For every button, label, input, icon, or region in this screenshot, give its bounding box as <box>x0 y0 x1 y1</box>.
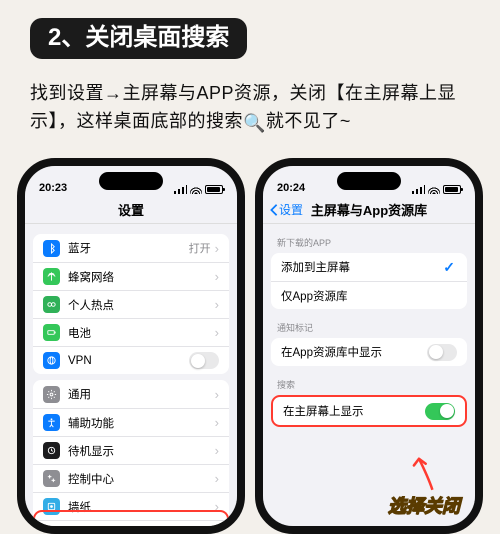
row-accessibility[interactable]: 辅助功能 › <box>33 408 229 436</box>
status-time: 20:24 <box>277 182 305 194</box>
row-add-to-home[interactable]: 添加到主屏幕 ✓ <box>271 253 467 281</box>
group-header: 搜索 <box>263 372 475 393</box>
row-standby[interactable]: 待机显示 › <box>33 436 229 464</box>
group-header: 通知标记 <box>263 315 475 336</box>
gear-icon <box>43 386 60 403</box>
wifi-icon <box>428 185 440 194</box>
back-label: 设置 <box>279 201 303 218</box>
dynamic-island <box>99 172 163 190</box>
phone-mock-right: 20:24 设置 主屏幕与App资源库 新下载的APP 添加到主屏 <box>255 158 483 534</box>
row-bluetooth[interactable]: 蓝牙 打开 › <box>33 234 229 262</box>
chevron-right-icon: › <box>215 242 219 255</box>
row-label: 在主屏幕上显示 <box>283 403 425 419</box>
dynamic-island <box>337 172 401 190</box>
row-app-library-only[interactable]: 仅App资源库 <box>271 281 467 309</box>
settings-group-connectivity: 蓝牙 打开 › 蜂窝网络 › 个人热点 › <box>33 234 229 374</box>
accessibility-icon <box>43 414 60 431</box>
row-value: 打开 <box>189 240 211 256</box>
battery-icon <box>205 185 223 194</box>
navbar: 设置 主屏幕与App资源库 <box>263 196 475 224</box>
chevron-right-icon: › <box>215 472 219 485</box>
group-badges: 在App资源库中显示 <box>271 338 467 366</box>
desc-post: 就不见了~ <box>266 111 351 131</box>
chevron-right-icon: › <box>215 326 219 339</box>
back-button[interactable]: 设置 <box>269 196 303 223</box>
standby-icon <box>43 442 60 459</box>
row-label: VPN <box>68 355 189 367</box>
row-label: 通用 <box>68 386 215 402</box>
chevron-right-icon: › <box>215 444 219 457</box>
step-title-badge: 2、关闭桌面搜索 <box>30 18 247 59</box>
hotspot-icon <box>43 296 60 313</box>
status-time: 20:23 <box>39 182 67 194</box>
vpn-toggle[interactable] <box>189 352 219 369</box>
row-hotspot[interactable]: 个人热点 › <box>33 290 229 318</box>
row-label: 个人热点 <box>68 297 215 313</box>
row-battery[interactable]: 电池 › <box>33 318 229 346</box>
row-label: 控制中心 <box>68 471 215 487</box>
settings-group-general: 通用 › 辅助功能 › 待机显示 › 控制中心 <box>33 380 229 526</box>
battery-icon <box>43 324 60 341</box>
navbar-title: 设置 <box>118 200 144 219</box>
row-label: 待机显示 <box>68 443 215 459</box>
row-show-in-library[interactable]: 在App资源库中显示 <box>271 338 467 366</box>
control-icon <box>43 470 60 487</box>
row-label: 仅App资源库 <box>281 288 457 304</box>
bluetooth-icon <box>43 240 60 257</box>
row-label: 在App资源库中显示 <box>281 344 427 360</box>
magnifier-icon: 🔍 <box>243 110 266 138</box>
antenna-icon <box>43 268 60 285</box>
row-label: 蜂窝网络 <box>68 269 215 285</box>
phone-mock-left: 20:23 设置 蓝牙 打开 › <box>17 158 245 534</box>
group-search-highlight: 在主屏幕上显示 <box>271 395 467 427</box>
navbar: 设置 <box>25 196 237 224</box>
checkmark-icon: ✓ <box>443 259 455 276</box>
navbar-title: 主屏幕与App资源库 <box>311 200 427 219</box>
step-description: 找到设置→主屏幕与APP资源，关闭【在主屏幕上显示】，这样桌面底部的搜索🔍就不见… <box>30 80 470 138</box>
row-cellular[interactable]: 蜂窝网络 › <box>33 262 229 290</box>
group-header: 新下载的APP <box>263 230 475 251</box>
show-on-home-toggle[interactable] <box>425 403 455 420</box>
signal-icon <box>174 185 187 194</box>
chevron-right-icon: › <box>215 416 219 429</box>
row-show-on-home[interactable]: 在主屏幕上显示 <box>273 397 465 425</box>
chevron-right-icon: › <box>215 298 219 311</box>
row-label: 蓝牙 <box>68 240 189 256</box>
chevron-right-icon: › <box>215 270 219 283</box>
row-label: 添加到主屏幕 <box>281 259 443 275</box>
row-general[interactable]: 通用 › <box>33 380 229 408</box>
row-control-center[interactable]: 控制中心 › <box>33 464 229 492</box>
highlight-cutoff <box>33 510 229 528</box>
battery-icon <box>443 185 461 194</box>
library-toggle[interactable] <box>427 344 457 361</box>
vpn-icon <box>43 352 60 369</box>
row-label: 电池 <box>68 325 215 341</box>
group-new-downloads: 添加到主屏幕 ✓ 仅App资源库 <box>271 253 467 309</box>
chevron-left-icon <box>269 203 279 217</box>
row-label: 辅助功能 <box>68 415 215 431</box>
row-vpn[interactable]: VPN <box>33 346 229 374</box>
wifi-icon <box>190 185 202 194</box>
signal-icon <box>412 185 425 194</box>
chevron-right-icon: › <box>215 388 219 401</box>
